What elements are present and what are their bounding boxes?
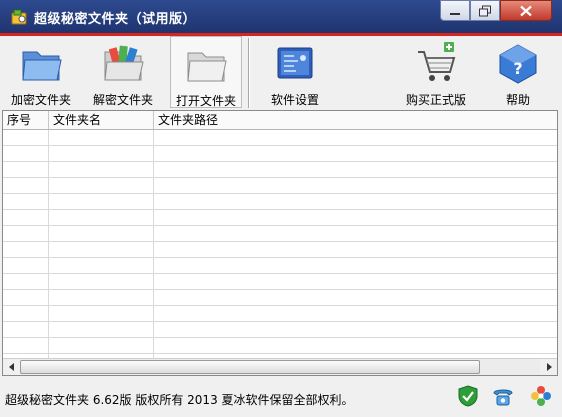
column-header-index[interactable]: 序号	[3, 111, 49, 129]
table-row[interactable]	[3, 322, 557, 338]
help-button[interactable]: ? 帮助	[488, 36, 548, 108]
open-folder-button[interactable]: 打开文件夹	[170, 36, 242, 108]
flower-icon[interactable]	[530, 385, 552, 407]
table-row[interactable]	[3, 194, 557, 210]
table-row[interactable]	[3, 178, 557, 194]
table-row[interactable]	[3, 130, 557, 146]
restore-icon	[479, 5, 491, 16]
encrypt-folder-button[interactable]: 加密文件夹	[6, 36, 76, 108]
column-divider	[153, 130, 154, 358]
settings-button[interactable]: 软件设置	[262, 36, 328, 108]
arrow-left-icon	[9, 363, 14, 371]
table-row[interactable]	[3, 242, 557, 258]
decrypt-folder-icon	[104, 45, 144, 81]
table-row[interactable]	[3, 306, 557, 322]
phone-icon[interactable]	[492, 385, 514, 407]
column-divider	[48, 130, 49, 358]
table-row[interactable]	[3, 226, 557, 242]
buy-full-version-button[interactable]: 购买正式版	[400, 36, 472, 108]
table-body	[3, 130, 557, 358]
scrollbar-thumb[interactable]	[20, 360, 480, 374]
window-title: 超级秘密文件夹（试用版）	[34, 12, 197, 27]
settings-icon	[277, 47, 313, 79]
close-button[interactable]	[500, 0, 552, 21]
encrypt-folder-icon	[22, 51, 62, 81]
open-folder-label: 打开文件夹	[175, 94, 236, 108]
close-icon	[520, 5, 532, 16]
svg-text:?: ?	[513, 59, 522, 78]
minimize-button[interactable]	[440, 0, 470, 21]
toolbar-separator	[248, 38, 250, 108]
arrow-right-icon	[547, 363, 552, 371]
app-window: 超级秘密文件夹（试用版） 加密文件夹 解密文件夹 打开文件夹 软件设置 购买正式…	[0, 0, 562, 417]
column-header-folder-name[interactable]: 文件夹名	[49, 111, 154, 129]
minimize-icon	[450, 12, 460, 15]
toolbar: 加密文件夹 解密文件夹 打开文件夹 软件设置 购买正式版 ? 帮助	[0, 36, 562, 110]
shopping-cart-icon	[418, 42, 456, 81]
encrypt-folder-label: 加密文件夹	[10, 93, 71, 107]
shield-check-icon[interactable]	[457, 385, 479, 407]
table-row[interactable]	[3, 162, 557, 178]
folder-table[interactable]: 序号 文件夹名 文件夹路径	[2, 110, 558, 376]
scroll-right-button[interactable]	[540, 359, 557, 375]
horizontal-scrollbar[interactable]	[3, 358, 557, 375]
restore-button[interactable]	[470, 0, 500, 21]
table-header: 序号 文件夹名 文件夹路径	[3, 111, 557, 130]
decrypt-folder-label: 解密文件夹	[92, 93, 153, 107]
title-bar[interactable]: 超级秘密文件夹（试用版）	[0, 0, 562, 33]
table-row[interactable]	[3, 290, 557, 306]
table-row[interactable]	[3, 146, 557, 162]
settings-label: 软件设置	[270, 93, 319, 107]
table-row[interactable]	[3, 258, 557, 274]
column-header-folder-path[interactable]: 文件夹路径	[154, 111, 557, 129]
copyright-text: 超级秘密文件夹 6.62版 版权所有 2013 夏冰软件保留全部权利。	[5, 393, 354, 407]
open-folder-icon	[187, 52, 227, 82]
decrypt-folder-button[interactable]: 解密文件夹	[88, 36, 158, 108]
scroll-left-button[interactable]	[3, 359, 20, 375]
buy-full-version-label: 购买正式版	[405, 93, 466, 107]
table-row[interactable]	[3, 338, 557, 354]
table-row[interactable]	[3, 210, 557, 226]
help-icon: ?	[499, 44, 537, 84]
app-logo-icon	[11, 9, 27, 25]
help-label: 帮助	[505, 93, 530, 107]
table-row[interactable]	[3, 274, 557, 290]
status-bar: 超级秘密文件夹 6.62版 版权所有 2013 夏冰软件保留全部权利。	[0, 378, 562, 417]
